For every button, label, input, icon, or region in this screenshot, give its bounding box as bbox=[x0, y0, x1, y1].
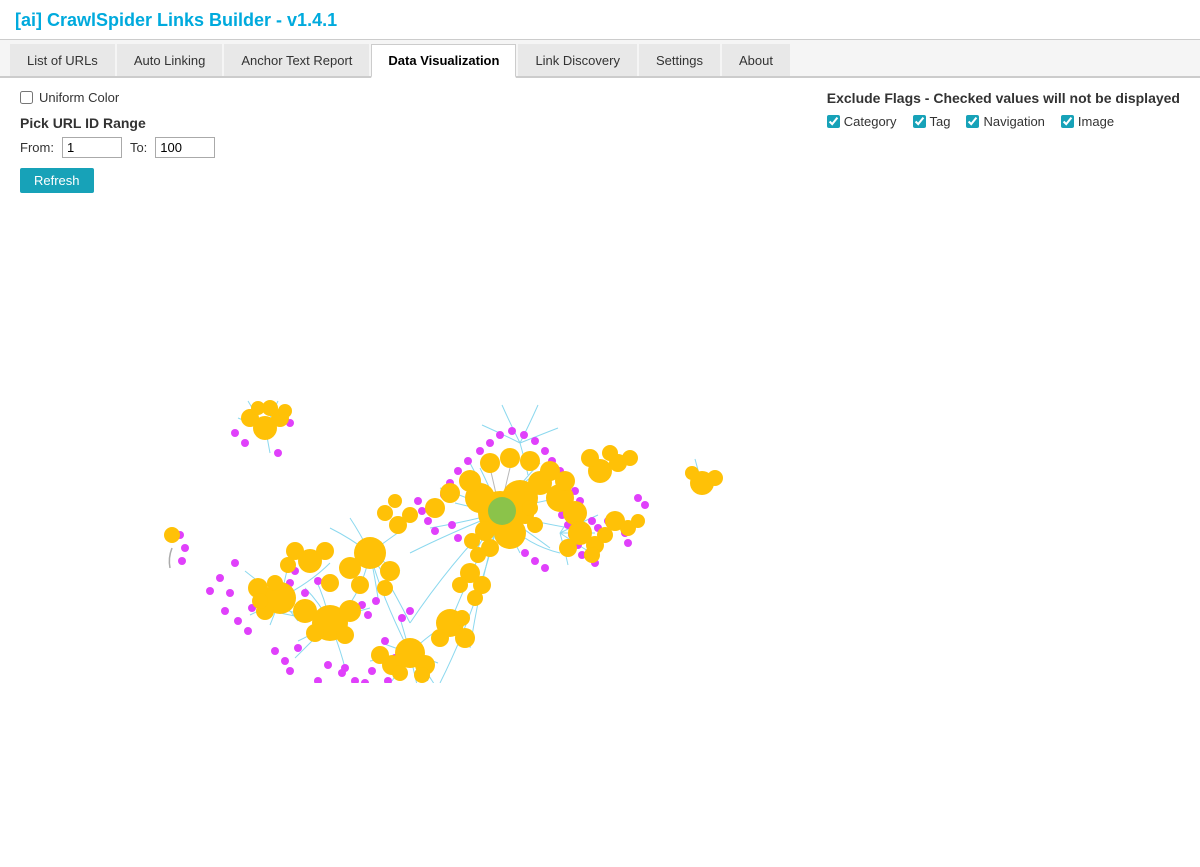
right-controls: Exclude Flags - Checked values will not … bbox=[827, 90, 1180, 129]
from-input[interactable] bbox=[62, 137, 122, 158]
flag-category-label: Category bbox=[844, 114, 897, 129]
url-range-section: Pick URL ID Range From: To: bbox=[20, 115, 215, 158]
flag-category-item: Category bbox=[827, 114, 897, 129]
flag-navigation-item: Navigation bbox=[966, 114, 1044, 129]
tab-about[interactable]: About bbox=[722, 44, 790, 76]
flag-category-checkbox[interactable] bbox=[827, 115, 840, 128]
uniform-color-label: Uniform Color bbox=[39, 90, 119, 105]
tab-link-discovery[interactable]: Link Discovery bbox=[518, 44, 637, 76]
refresh-button[interactable]: Refresh bbox=[20, 168, 94, 193]
flag-navigation-label: Navigation bbox=[983, 114, 1044, 129]
network-graph-svg bbox=[20, 203, 1180, 683]
tab-settings[interactable]: Settings bbox=[639, 44, 720, 76]
range-inputs: From: To: bbox=[20, 137, 215, 158]
tab-bar: List of URLs Auto Linking Anchor Text Re… bbox=[0, 40, 1200, 78]
pick-url-id-range-title: Pick URL ID Range bbox=[20, 115, 215, 131]
top-controls: Uniform Color Pick URL ID Range From: To… bbox=[20, 90, 1180, 193]
main-content: Uniform Color Pick URL ID Range From: To… bbox=[0, 78, 1200, 695]
flag-image-checkbox[interactable] bbox=[1061, 115, 1074, 128]
tab-data-visualization[interactable]: Data Visualization bbox=[371, 44, 516, 78]
flag-tag-item: Tag bbox=[913, 114, 951, 129]
flag-tag-label: Tag bbox=[930, 114, 951, 129]
uniform-color-row: Uniform Color bbox=[20, 90, 215, 105]
flag-tag-checkbox[interactable] bbox=[913, 115, 926, 128]
tab-list-of-urls[interactable]: List of URLs bbox=[10, 44, 115, 76]
exclude-flags-title: Exclude Flags - Checked values will not … bbox=[827, 90, 1180, 106]
flag-image-label: Image bbox=[1078, 114, 1114, 129]
app-title: [ai] CrawlSpider Links Builder - v1.4.1 bbox=[0, 0, 1200, 40]
visualization-area bbox=[20, 203, 1180, 683]
uniform-color-checkbox[interactable] bbox=[20, 91, 33, 104]
to-label: To: bbox=[130, 140, 147, 155]
tab-auto-linking[interactable]: Auto Linking bbox=[117, 44, 223, 76]
flags-checkboxes: Category Tag Navigation Image bbox=[827, 114, 1180, 129]
flag-navigation-checkbox[interactable] bbox=[966, 115, 979, 128]
flag-image-item: Image bbox=[1061, 114, 1114, 129]
left-controls: Uniform Color Pick URL ID Range From: To… bbox=[20, 90, 215, 193]
from-label: From: bbox=[20, 140, 54, 155]
to-input[interactable] bbox=[155, 137, 215, 158]
tab-anchor-text-report[interactable]: Anchor Text Report bbox=[224, 44, 369, 76]
